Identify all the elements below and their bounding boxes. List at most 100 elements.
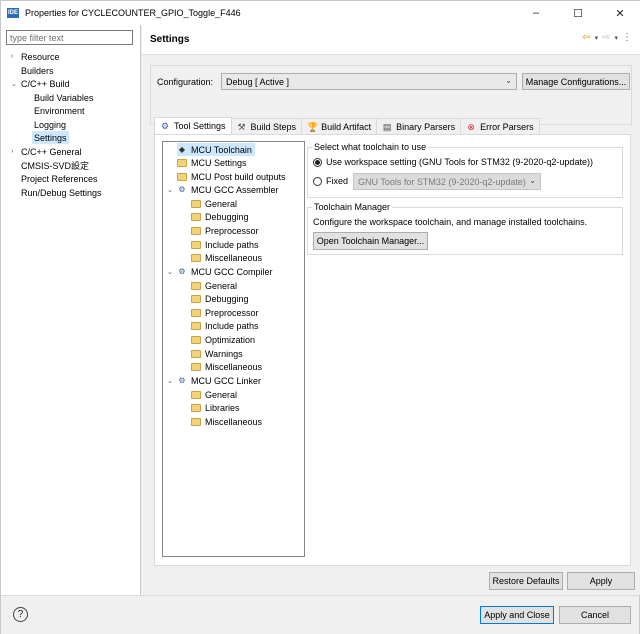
chevron-down-icon[interactable]: ⌄ xyxy=(167,268,177,276)
tab-binary-parsers[interactable]: ▤ Binary Parsers xyxy=(376,118,462,134)
chevron-down-icon: ⌄ xyxy=(505,76,512,85)
back-icon[interactable]: ⇦ xyxy=(582,32,590,43)
chevron-down-icon[interactable]: ⌄ xyxy=(11,80,21,88)
folder-icon xyxy=(191,349,201,358)
sidebar-item-builders[interactable]: Builders xyxy=(21,64,54,77)
tab-build-steps[interactable]: ⚒ Build Steps xyxy=(230,118,303,134)
tree-item-cc-warnings[interactable]: Warnings xyxy=(191,347,243,360)
tree-item-mcu-settings[interactable]: MCU Settings xyxy=(177,156,247,169)
tab-error-parsers[interactable]: ⊗ Error Parsers xyxy=(460,118,540,134)
radio-dot[interactable] xyxy=(313,157,322,167)
radio-fixed[interactable]: Fixed xyxy=(313,176,348,186)
tree-item-mcu-toolchain[interactable]: ◆ MCU Toolchain xyxy=(177,143,255,156)
close-button[interactable]: ✕ xyxy=(599,1,640,25)
back-dropdown-icon[interactable]: ▾ xyxy=(595,34,599,43)
folder-icon xyxy=(191,212,201,221)
tree-item-label: Debugging xyxy=(205,293,249,304)
configuration-value: Debug [ Active ] xyxy=(226,76,290,87)
tree-item-label: Miscellaneous xyxy=(205,361,263,372)
sidebar-item-label: Environment xyxy=(34,105,85,116)
sidebar-item-project-references[interactable]: Project References xyxy=(21,172,98,185)
forward-icon[interactable]: ⇨ xyxy=(602,32,610,43)
tree-item-ld-general[interactable]: General xyxy=(191,388,237,401)
sidebar-item-label: Logging xyxy=(34,119,67,130)
sidebar-item-label: C/C++ Build xyxy=(21,78,70,89)
tree-item-asm-misc[interactable]: Miscellaneous xyxy=(191,251,262,264)
minimize-button[interactable]: – xyxy=(515,1,557,25)
tree-item-mcu-post-build[interactable]: MCU Post build outputs xyxy=(177,170,286,183)
tab-build-artifact[interactable]: 🏆 Build Artifact xyxy=(301,118,378,134)
sidebar-item-cpp-build[interactable]: ⌄ C/C++ Build xyxy=(11,77,70,90)
toolchain-manager-title: Toolchain Manager xyxy=(312,202,393,212)
sidebar-item-build-variables[interactable]: Build Variables xyxy=(34,91,93,104)
folder-icon xyxy=(191,253,201,262)
sidebar-item-environment[interactable]: Environment xyxy=(34,104,85,117)
restore-defaults-button[interactable]: Restore Defaults xyxy=(489,572,563,590)
tree-item-cc-debugging[interactable]: Debugging xyxy=(191,292,249,305)
radio-workspace-setting[interactable]: Use workspace setting (GNU Tools for STM… xyxy=(313,157,593,167)
tree-item-label: Optimization xyxy=(205,334,256,345)
tree-item-label: Debugging xyxy=(205,211,249,222)
tree-item-asm-include-paths[interactable]: Include paths xyxy=(191,238,259,251)
page-title: Settings xyxy=(150,34,190,45)
tree-item-cc-general[interactable]: General xyxy=(191,279,237,292)
fixed-toolchain-select[interactable]: GNU Tools for STM32 (9-2020-q2-update) ⌄ xyxy=(353,173,541,190)
sidebar-item-label: Project References xyxy=(21,173,98,184)
sidebar-item-cpp-general[interactable]: › C/C++ General xyxy=(11,145,82,158)
tree-item-cc-include-paths[interactable]: Include paths xyxy=(191,319,259,332)
tree-item-cc-optimization[interactable]: Optimization xyxy=(191,333,255,346)
tool-tree[interactable]: ◆ MCU Toolchain MCU Settings MCU Post bui… xyxy=(162,141,305,557)
toolchain-manager-description: Configure the workspace toolchain, and m… xyxy=(313,217,588,227)
folder-icon xyxy=(191,308,201,317)
configuration-select[interactable]: Debug [ Active ] ⌄ xyxy=(221,73,517,90)
sidebar-item-label: Run/Debug Settings xyxy=(21,187,102,198)
tree-item-asm-general[interactable]: General xyxy=(191,197,237,210)
folder-icon xyxy=(191,335,201,344)
apply-and-close-button[interactable]: Apply and Close xyxy=(480,606,554,624)
forward-dropdown-icon[interactable]: ▾ xyxy=(614,34,618,43)
tree-item-asm-preprocessor[interactable]: Preprocessor xyxy=(191,224,259,237)
sidebar-item-cmsis-svd[interactable]: CMSIS-SVD設定 xyxy=(21,159,89,172)
dialog-footer: ? Apply and Close Cancel xyxy=(1,595,639,634)
title-bar: IDE Properties for CYCLECOUNTER_GPIO_Tog… xyxy=(1,1,640,25)
chevron-down-icon[interactable]: ⌄ xyxy=(167,186,177,194)
open-toolchain-manager-button[interactable]: Open Toolchain Manager... xyxy=(313,232,428,250)
chevron-right-icon[interactable]: › xyxy=(11,53,21,60)
tree-item-cc-misc[interactable]: Miscellaneous xyxy=(191,360,262,373)
tree-item-asm-debugging[interactable]: Debugging xyxy=(191,210,249,223)
tree-item-gcc-linker[interactable]: ⌄ ⚙ MCU GCC Linker xyxy=(167,374,261,387)
menu-icon[interactable]: ⋮ xyxy=(622,32,632,43)
properties-window: IDE Properties for CYCLECOUNTER_GPIO_Tog… xyxy=(0,0,640,634)
sidebar-item-settings[interactable]: Settings xyxy=(32,131,69,144)
chevron-right-icon[interactable]: › xyxy=(11,148,21,155)
sidebar: ›Resource Builders ⌄C/C++ Build Build Va… xyxy=(1,25,141,595)
sidebar-item-logging[interactable]: Logging xyxy=(34,118,66,131)
fixed-toolchain-value: GNU Tools for STM32 (9-2020-q2-update) xyxy=(358,176,526,187)
maximize-button[interactable]: ☐ xyxy=(557,1,599,25)
sidebar-item-label: Build Variables xyxy=(34,92,94,103)
manage-configurations-button[interactable]: Manage Configurations... xyxy=(522,73,630,90)
tree-item-label: Miscellaneous xyxy=(205,252,263,263)
filter-input[interactable] xyxy=(6,30,133,45)
tree-item-ld-libraries[interactable]: Libraries xyxy=(191,401,240,414)
folder-icon xyxy=(177,172,187,181)
tree-item-label: MCU Post build outputs xyxy=(191,171,286,182)
sidebar-item-run-debug-settings[interactable]: Run/Debug Settings xyxy=(21,186,102,199)
cancel-button[interactable]: Cancel xyxy=(559,606,631,624)
toolchain-icon: ◆ xyxy=(178,145,186,154)
tree-item-label: MCU Toolchain xyxy=(191,144,252,155)
window-controls: – ☐ ✕ xyxy=(515,1,640,25)
tab-tool-settings[interactable]: ⚙ Tool Settings xyxy=(154,117,232,134)
tree-item-gcc-compiler[interactable]: ⌄ ⚙ MCU GCC Compiler xyxy=(167,265,273,278)
chevron-down-icon[interactable]: ⌄ xyxy=(167,377,177,385)
radio-dot[interactable] xyxy=(313,176,322,186)
tree-item-ld-misc[interactable]: Miscellaneous xyxy=(191,415,262,428)
tree-item-gcc-assembler[interactable]: ⌄ ⚙ MCU GCC Assembler xyxy=(167,183,279,196)
tree-item-label: General xyxy=(205,389,238,400)
help-icon[interactable]: ? xyxy=(13,607,28,622)
sidebar-item-resource[interactable]: › Resource xyxy=(11,50,60,63)
tree-item-label: General xyxy=(205,280,238,291)
configuration-label: Configuration: xyxy=(157,77,214,87)
apply-button[interactable]: Apply xyxy=(567,572,635,590)
tree-item-cc-preprocessor[interactable]: Preprocessor xyxy=(191,306,259,319)
